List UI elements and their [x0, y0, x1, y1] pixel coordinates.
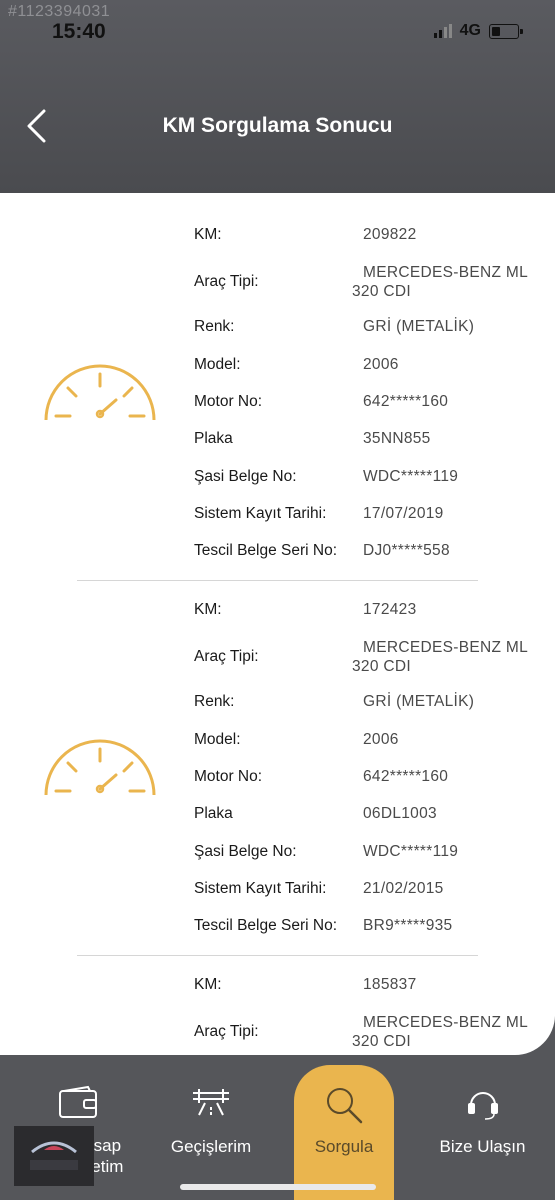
wallet-icon: [58, 1085, 97, 1118]
tab-sorgula[interactable]: Sorgula: [294, 1065, 394, 1200]
field-value: 35NN855: [363, 430, 431, 447]
field-value: 185837: [363, 976, 417, 993]
home-indicator: [180, 1184, 376, 1190]
field-label: Tescil Belge Seri No:: [194, 917, 338, 934]
field-value-line: 320 CDI: [352, 658, 411, 675]
field-value: 642*****160: [363, 393, 449, 410]
field-label: Plaka: [194, 430, 233, 447]
field-value: 06DL1003: [363, 805, 437, 822]
divider: [77, 580, 478, 581]
tab-label: Geçişlerim: [170, 1137, 252, 1156]
field-value: GRİ (METALİK): [363, 693, 475, 710]
field-label: Sistem Kayıt Tarihi:: [194, 505, 327, 522]
field-value: 642*****160: [363, 768, 449, 785]
field-label: Model:: [194, 356, 241, 373]
field-label: Motor No:: [194, 393, 263, 410]
status-time: 15:40: [52, 20, 106, 43]
field-value: GRİ (METALİK): [363, 318, 475, 335]
field-label: Renk:: [194, 693, 235, 710]
field-label: KM:: [194, 226, 222, 243]
battery-icon: [489, 23, 523, 39]
field-value: BR9*****935: [363, 917, 453, 934]
headset-icon: [467, 1092, 498, 1120]
field-label: KM:: [194, 601, 222, 618]
divider: [77, 955, 478, 956]
field-value: MERCEDES-BENZ ML 320 CDI: [352, 1013, 538, 1051]
garage-logo: [14, 1126, 94, 1186]
tab-gecislerim[interactable]: Geçişlerim: [155, 1055, 267, 1200]
field-label: Araç Tipi:: [194, 1023, 259, 1040]
field-label: Motor No:: [194, 768, 263, 785]
field-value-line: MERCEDES-BENZ ML: [363, 639, 528, 656]
page-title: KM Sorgulama Sonucu: [162, 114, 393, 137]
field-value: MERCEDES-BENZ ML 320 CDI: [352, 638, 538, 676]
field-label: Şasi Belge No:: [194, 468, 297, 485]
field-label: Sistem Kayıt Tarihi:: [194, 880, 327, 897]
field-label: Araç Tipi:: [194, 648, 259, 665]
field-label: KM:: [194, 976, 222, 993]
search-icon: [327, 1088, 363, 1124]
highway-icon: [193, 1089, 229, 1116]
field-label: Şasi Belge No:: [194, 843, 297, 860]
speedometer-icon: [44, 364, 156, 421]
field-value: MERCEDES-BENZ ML 320 CDI: [352, 263, 538, 301]
field-value-line: 320 CDI: [352, 1033, 411, 1050]
tab-bize-ulasin[interactable]: Bize Ulaşın: [420, 1055, 545, 1200]
field-value: WDC*****119: [363, 468, 459, 485]
field-label: Model:: [194, 731, 241, 748]
field-value: WDC*****119: [363, 843, 459, 860]
tab-label: Bize Ulaşın: [439, 1137, 526, 1156]
field-value: DJ0*****558: [363, 542, 450, 559]
results-card[interactable]: KM: 209822 Araç Tipi: MERCEDES-BENZ ML 3…: [0, 193, 555, 1055]
field-label: Araç Tipi:: [194, 273, 259, 290]
status-icons: 4G: [433, 22, 523, 40]
field-value: 21/02/2015: [363, 880, 444, 897]
field-value: 17/07/2019: [363, 505, 444, 522]
field-label: Plaka: [194, 805, 233, 822]
watermark-text: #1123394031: [8, 3, 111, 20]
signal-icon: [433, 24, 452, 38]
field-value: 2006: [363, 731, 399, 748]
field-label: Tescil Belge Seri No:: [194, 542, 338, 559]
field-value: 209822: [363, 226, 417, 243]
field-label: Renk:: [194, 318, 235, 335]
network-type: 4G: [459, 22, 481, 39]
app-header: #1123394031 15:40 4G KM Sorgulama Sonucu: [0, 0, 555, 193]
field-value-line: 320 CDI: [352, 283, 411, 300]
field-value-line: MERCEDES-BENZ ML: [363, 1014, 528, 1031]
speedometer-icon: [44, 739, 156, 796]
tab-label: Sorgula: [314, 1137, 374, 1156]
field-value: 2006: [363, 356, 399, 373]
field-value: 172423: [363, 601, 417, 618]
field-value-line: MERCEDES-BENZ ML: [363, 264, 528, 281]
